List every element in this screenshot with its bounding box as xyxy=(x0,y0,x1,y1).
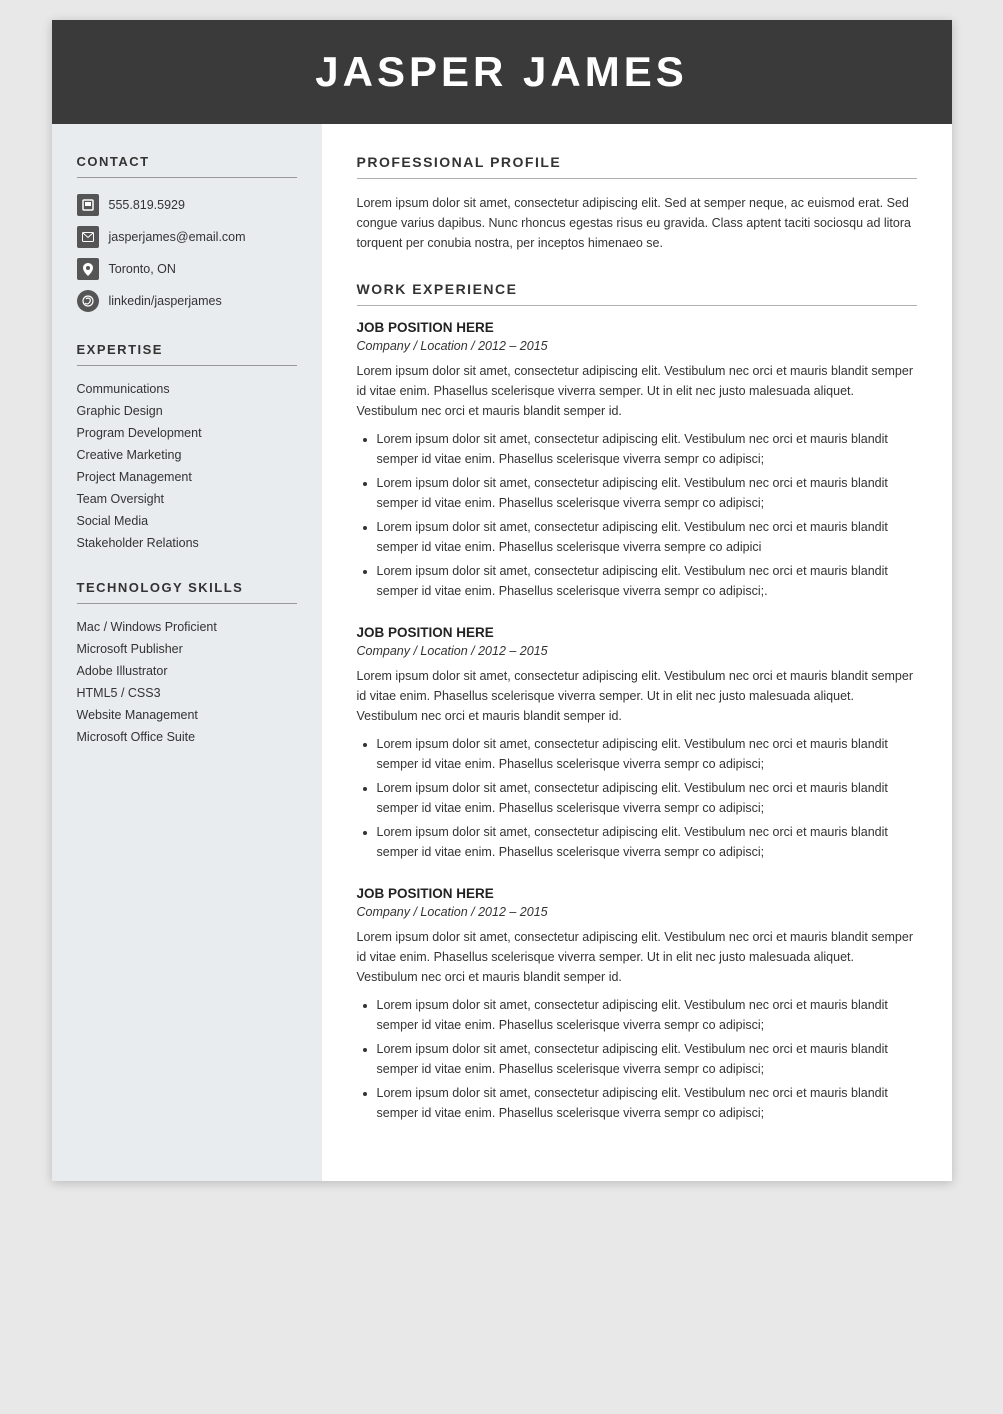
expertise-divider xyxy=(77,365,297,366)
profile-text: Lorem ipsum dolor sit amet, consectetur … xyxy=(357,193,917,253)
location-text: Toronto, ON xyxy=(109,262,176,276)
tech-item: HTML5 / CSS3 xyxy=(77,686,297,700)
expertise-item: Project Management xyxy=(77,470,297,484)
contact-title: CONTACT xyxy=(77,154,297,169)
email-text: jasperjames@email.com xyxy=(109,230,246,244)
job-company-3: Company / Location / 2012 – 2015 xyxy=(357,905,917,919)
location-icon xyxy=(77,258,99,280)
contact-phone: 555.819.5929 xyxy=(77,194,297,216)
bullet-item: Lorem ipsum dolor sit amet, consectetur … xyxy=(377,561,917,601)
resume-container: JASPER JAMES CONTACT 555.819.5929 xyxy=(52,20,952,1181)
experience-divider xyxy=(357,305,917,306)
job-desc-1: Lorem ipsum dolor sit amet, consectetur … xyxy=(357,361,917,421)
phone-icon xyxy=(77,194,99,216)
expertise-item: Graphic Design xyxy=(77,404,297,418)
email-icon xyxy=(77,226,99,248)
job-title-3: JOB POSITION HERE xyxy=(357,886,917,901)
candidate-name: JASPER JAMES xyxy=(92,48,912,96)
tech-item: Microsoft Office Suite xyxy=(77,730,297,744)
expertise-section: EXPERTISE Communications Graphic Design … xyxy=(77,342,297,550)
tech-item: Website Management xyxy=(77,708,297,722)
expertise-title: EXPERTISE xyxy=(77,342,297,357)
contact-linkedin: linkedin/jasperjames xyxy=(77,290,297,312)
job-company-2: Company / Location / 2012 – 2015 xyxy=(357,644,917,658)
contact-section: CONTACT 555.819.5929 xyxy=(77,154,297,312)
job-company-1: Company / Location / 2012 – 2015 xyxy=(357,339,917,353)
job-title-2: JOB POSITION HERE xyxy=(357,625,917,640)
expertise-item: Team Oversight xyxy=(77,492,297,506)
linkedin-text: linkedin/jasperjames xyxy=(109,294,222,308)
experience-section: WORK EXPERIENCE JOB POSITION HERE Compan… xyxy=(357,281,917,1123)
contact-divider xyxy=(77,177,297,178)
technology-title: TECHNOLOGY SKILLS xyxy=(77,580,297,595)
bullet-item: Lorem ipsum dolor sit amet, consectetur … xyxy=(377,473,917,513)
header: JASPER JAMES xyxy=(52,20,952,124)
technology-divider xyxy=(77,603,297,604)
profile-divider xyxy=(357,178,917,179)
expertise-item: Program Development xyxy=(77,426,297,440)
bullet-item: Lorem ipsum dolor sit amet, consectetur … xyxy=(377,995,917,1035)
tech-item: Microsoft Publisher xyxy=(77,642,297,656)
job-bullets-1: Lorem ipsum dolor sit amet, consectetur … xyxy=(357,429,917,601)
linkedin-icon xyxy=(77,290,99,312)
job-entry-1: JOB POSITION HERE Company / Location / 2… xyxy=(357,320,917,601)
expertise-item: Stakeholder Relations xyxy=(77,536,297,550)
contact-email: jasperjames@email.com xyxy=(77,226,297,248)
main-content: PROFESSIONAL PROFILE Lorem ipsum dolor s… xyxy=(322,124,952,1181)
bullet-item: Lorem ipsum dolor sit amet, consectetur … xyxy=(377,517,917,557)
phone-text: 555.819.5929 xyxy=(109,198,185,212)
bullet-item: Lorem ipsum dolor sit amet, consectetur … xyxy=(377,1083,917,1123)
job-bullets-2: Lorem ipsum dolor sit amet, consectetur … xyxy=(357,734,917,862)
expertise-item: Creative Marketing xyxy=(77,448,297,462)
job-entry-2: JOB POSITION HERE Company / Location / 2… xyxy=(357,625,917,862)
bullet-item: Lorem ipsum dolor sit amet, consectetur … xyxy=(377,429,917,469)
sidebar: CONTACT 555.819.5929 xyxy=(52,124,322,1181)
bullet-item: Lorem ipsum dolor sit amet, consectetur … xyxy=(377,734,917,774)
tech-item: Mac / Windows Proficient xyxy=(77,620,297,634)
job-desc-2: Lorem ipsum dolor sit amet, consectetur … xyxy=(357,666,917,726)
job-entry-3: JOB POSITION HERE Company / Location / 2… xyxy=(357,886,917,1123)
technology-section: TECHNOLOGY SKILLS Mac / Windows Proficie… xyxy=(77,580,297,744)
bullet-item: Lorem ipsum dolor sit amet, consectetur … xyxy=(377,778,917,818)
expertise-item: Communications xyxy=(77,382,297,396)
bullet-item: Lorem ipsum dolor sit amet, consectetur … xyxy=(377,822,917,862)
profile-section: PROFESSIONAL PROFILE Lorem ipsum dolor s… xyxy=(357,154,917,253)
body: CONTACT 555.819.5929 xyxy=(52,124,952,1181)
profile-title: PROFESSIONAL PROFILE xyxy=(357,154,917,170)
experience-title: WORK EXPERIENCE xyxy=(357,281,917,297)
bullet-item: Lorem ipsum dolor sit amet, consectetur … xyxy=(377,1039,917,1079)
expertise-item: Social Media xyxy=(77,514,297,528)
job-title-1: JOB POSITION HERE xyxy=(357,320,917,335)
job-bullets-3: Lorem ipsum dolor sit amet, consectetur … xyxy=(357,995,917,1123)
tech-item: Adobe Illustrator xyxy=(77,664,297,678)
job-desc-3: Lorem ipsum dolor sit amet, consectetur … xyxy=(357,927,917,987)
contact-location: Toronto, ON xyxy=(77,258,297,280)
